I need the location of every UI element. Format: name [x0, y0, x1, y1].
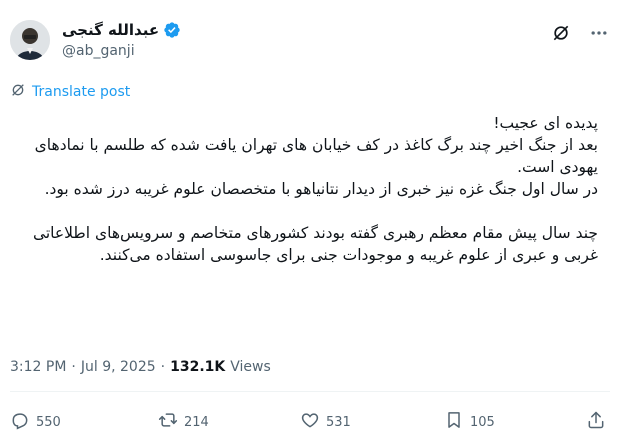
author-name-row: عبدالله گنجی — [62, 20, 181, 40]
heart-icon — [300, 410, 320, 434]
translate-label: Translate post — [32, 84, 131, 100]
display-name[interactable]: عبدالله گنجی — [62, 21, 159, 39]
bookmark-icon — [444, 410, 464, 434]
tweet-line: چند سال پیش مقام معظم رهبری گفته بودند ک… — [32, 224, 598, 264]
repost-icon — [158, 410, 178, 434]
meta-separator: · — [160, 359, 166, 375]
grok-icon[interactable] — [550, 22, 572, 44]
action-bar: 550 214 531 105 — [10, 410, 610, 436]
tweet-text: پدیده ای عجیب! بعد از جنگ اخیر چند برگ ک… — [22, 112, 598, 266]
tweet-meta: 3:12 PM · Jul 9, 2025 · 132.1K Views — [10, 359, 271, 375]
translate-icon — [10, 82, 26, 102]
tweet-line: در سال اول جنگ غزه نیز خبری از دیدار نتا… — [44, 180, 598, 198]
repost-button[interactable]: 214 — [158, 410, 209, 434]
reply-count: 550 — [36, 414, 61, 430]
views-count: 132.1K — [170, 359, 226, 375]
tweet-date[interactable]: Jul 9, 2025 — [81, 359, 156, 375]
tweet-line: پدیده ای عجیب! — [493, 114, 598, 132]
share-icon — [586, 410, 606, 434]
divider — [10, 391, 610, 392]
bookmark-count: 105 — [470, 414, 495, 430]
reply-icon — [10, 410, 30, 434]
views-label: Views — [230, 359, 271, 375]
tweet-time[interactable]: 3:12 PM — [10, 359, 66, 375]
like-count: 531 — [326, 414, 351, 430]
reply-button[interactable]: 550 — [10, 410, 61, 434]
author-handle[interactable]: @ab_ganji — [62, 43, 135, 59]
verified-badge-icon — [163, 21, 181, 39]
translate-post-link[interactable]: Translate post — [10, 82, 130, 102]
top-actions — [550, 22, 610, 44]
repost-count: 214 — [184, 414, 209, 430]
like-button[interactable]: 531 — [300, 410, 351, 434]
share-button[interactable] — [586, 410, 606, 434]
meta-separator: · — [71, 359, 76, 375]
bookmark-button[interactable]: 105 — [444, 410, 495, 434]
avatar[interactable] — [10, 20, 50, 60]
more-options-icon[interactable] — [588, 22, 610, 44]
tweet-line: بعد از جنگ اخیر چند برگ کاغذ در کف خیابا… — [34, 136, 598, 176]
